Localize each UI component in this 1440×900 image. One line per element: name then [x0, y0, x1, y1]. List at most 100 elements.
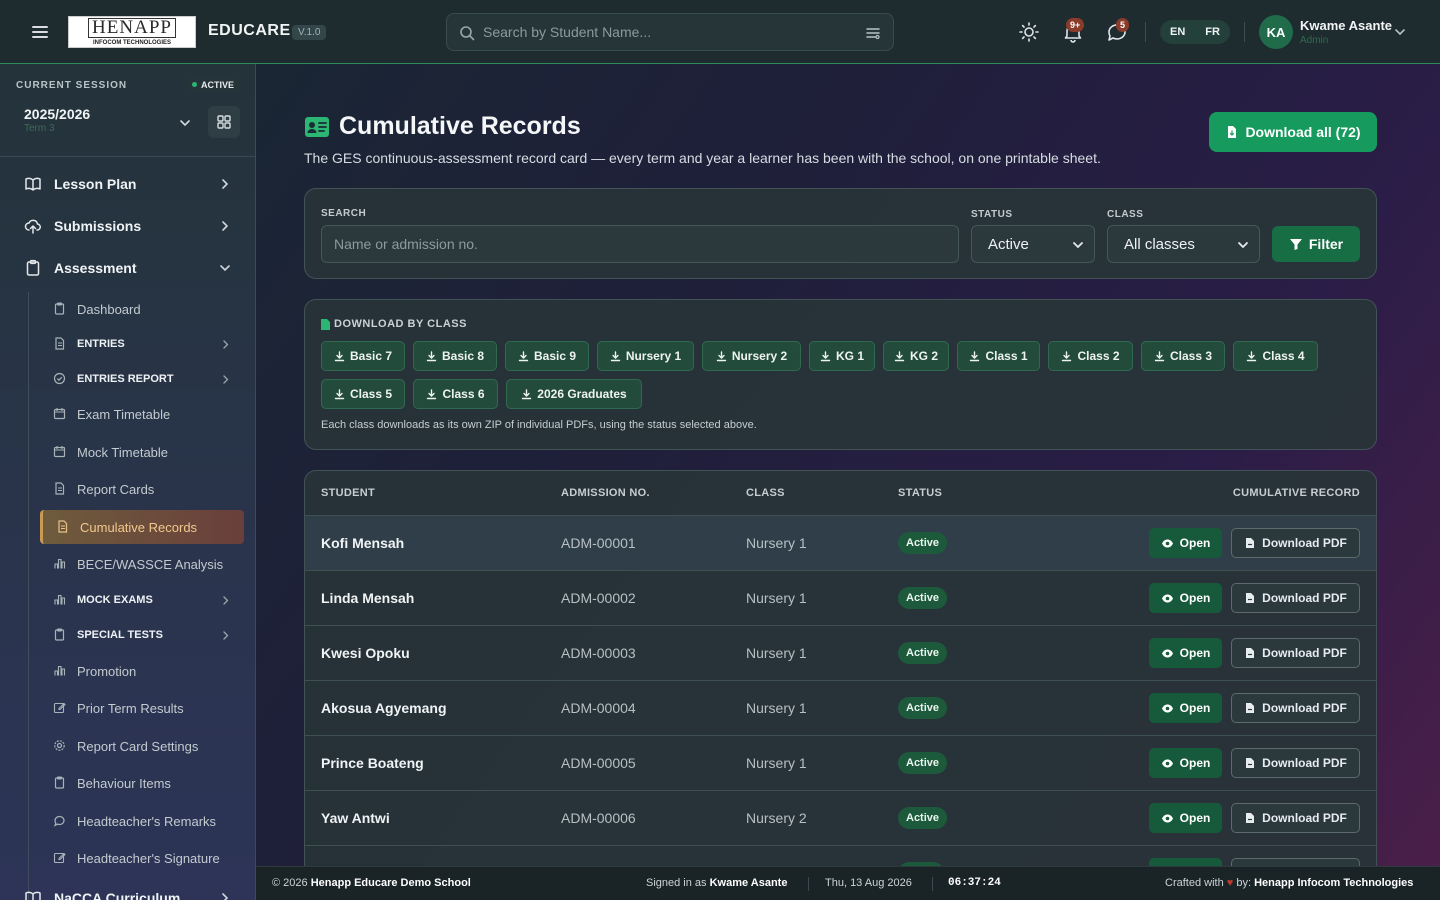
filter-button-label: Filter	[1308, 236, 1344, 252]
sidebar-subitem-prior-term-results[interactable]: Prior Term Results	[40, 691, 244, 725]
download-pdf-button[interactable]	[1231, 858, 1360, 866]
submenu-rail	[28, 292, 29, 900]
lang-en[interactable]: EN	[1166, 26, 1189, 38]
sidebar-item-nacca[interactable]: NaCCA Curriculum	[0, 886, 255, 900]
session-year[interactable]: 2025/2026	[24, 106, 90, 122]
download-class-button[interactable]: Basic 7	[321, 341, 405, 371]
footer-divider	[808, 877, 809, 891]
heart-icon: ♥	[1226, 877, 1234, 889]
sidebar-subitem-entries[interactable]: ENTRIES	[40, 327, 244, 361]
sidebar-subitem-promotion[interactable]: Promotion	[40, 654, 244, 688]
notifications-badge: 9+	[1066, 18, 1085, 32]
user-avatar[interactable]: KA	[1259, 15, 1293, 49]
search-label: SEARCH	[321, 208, 367, 219]
download-pdf-button[interactable]: Download PDF	[1231, 583, 1360, 613]
open-record-button[interactable]	[1149, 858, 1222, 866]
id-card-icon	[304, 116, 330, 138]
download-class-button[interactable]: 2026 Graduates	[506, 379, 642, 409]
user-role: Admin	[1300, 35, 1329, 46]
open-record-button[interactable]: Open	[1149, 528, 1222, 558]
download-class-button[interactable]: Nursery 2	[702, 341, 801, 371]
class-select[interactable]: All classes	[1107, 225, 1260, 263]
sidebar-subitem-headteacher-s-remarks[interactable]: Headteacher's Remarks	[40, 804, 244, 838]
open-label: Open	[1179, 811, 1211, 825]
download-pdf-button[interactable]: Download PDF	[1231, 693, 1360, 723]
sidebar-item-lesson-plan[interactable]: Lesson Plan	[0, 172, 255, 196]
column-header: STUDENT	[321, 487, 376, 499]
theme-toggle-sun-icon[interactable]	[1017, 20, 1041, 44]
menu-icon[interactable]	[30, 22, 50, 42]
sidebar-subitem-headteacher-s-signature[interactable]: Headteacher's Signature	[40, 841, 244, 875]
sidebar-item-label: Submissions	[54, 218, 142, 234]
sidebar-subitem-special-tests[interactable]: SPECIAL TESTS	[40, 618, 244, 652]
download-class-button[interactable]: Class 4	[1233, 341, 1318, 371]
download-pdf-button[interactable]: Download PDF	[1231, 803, 1360, 833]
download-class-label: Class 5	[349, 387, 393, 401]
chevron-down-icon	[1072, 239, 1084, 251]
main-content: Cumulative Records The GES continuous-as…	[256, 64, 1440, 866]
download-class-label: Basic 9	[533, 349, 577, 363]
download-class-label: Class 2	[1077, 349, 1120, 363]
filter-lines-icon[interactable]	[865, 25, 881, 41]
download-class-button[interactable]: KG 1	[809, 341, 875, 371]
check-circle-icon	[53, 372, 66, 385]
open-record-button[interactable]: Open	[1149, 638, 1222, 668]
sidebar-subitem-label: Dashboard	[77, 302, 141, 317]
brand-logo[interactable]: HENAPP INFOCOM TECHNOLOGIES	[68, 16, 196, 48]
clipboard-icon	[53, 628, 66, 641]
chevron-down-icon[interactable]	[1393, 25, 1407, 39]
download-all-button[interactable]: Download all (72)	[1209, 112, 1377, 152]
chevron-right-icon	[218, 219, 232, 233]
download-class-button[interactable]: Class 5	[321, 379, 405, 409]
filter-button[interactable]: Filter	[1272, 226, 1360, 262]
book-open-icon	[24, 889, 42, 900]
download-class-button[interactable]: Class 6	[413, 379, 498, 409]
student-search-input[interactable]	[321, 225, 959, 263]
lang-fr[interactable]: FR	[1201, 26, 1224, 38]
sidebar-subitem-cumulative-records[interactable]: Cumulative Records	[40, 510, 244, 544]
status-select[interactable]: Active	[971, 225, 1095, 263]
download-by-class-title: DOWNLOAD BY CLASS	[321, 318, 467, 330]
sidebar-subitem-bece-wassce-analysis[interactable]: BECE/WASSCE Analysis	[40, 547, 244, 581]
sidebar-subitem-mock-timetable[interactable]: Mock Timetable	[40, 435, 244, 469]
table-row[interactable]: Kofi Mensah ADM-00001 Nursery 1 Active Open D…	[305, 515, 1376, 570]
download-class-button[interactable]: KG 2	[883, 341, 949, 371]
download-pdf-button[interactable]: Download PDF	[1231, 528, 1360, 558]
sidebar-subitem-mock-exams[interactable]: MOCK EXAMS	[40, 583, 244, 617]
open-record-button[interactable]: Open	[1149, 583, 1222, 613]
user-name[interactable]: Kwame Asante	[1300, 18, 1392, 33]
sidebar-subitem-label: ENTRIES	[77, 338, 125, 350]
open-record-button[interactable]: Open	[1149, 748, 1222, 778]
download-pdf-button[interactable]: Download PDF	[1231, 638, 1360, 668]
download-pdf-button[interactable]: Download PDF	[1231, 748, 1360, 778]
sidebar-subitem-exam-timetable[interactable]: Exam Timetable	[40, 397, 244, 431]
sidebar-subitem-entries-report[interactable]: ENTRIES REPORT	[40, 362, 244, 396]
calendar-icon	[53, 445, 66, 458]
sidebar-item-assessment[interactable]: Assessment	[0, 256, 255, 280]
page-subtitle: The GES continuous-assessment record car…	[304, 150, 1101, 166]
apps-grid-button[interactable]	[208, 106, 240, 138]
table-row[interactable]: Yaw Antwi ADM-00006 Nursery 2 Active Open Dow…	[305, 790, 1376, 845]
download-class-button[interactable]: Basic 8	[413, 341, 497, 371]
sidebar-item-submissions[interactable]: Submissions	[0, 214, 255, 238]
open-record-button[interactable]: Open	[1149, 803, 1222, 833]
download-class-button[interactable]: Basic 9	[505, 341, 589, 371]
eye-icon	[1161, 592, 1174, 605]
open-record-button[interactable]: Open	[1149, 693, 1222, 723]
table-row[interactable]: Kwesi Opoku ADM-00003 Nursery 1 Active Open D…	[305, 625, 1376, 680]
table-row[interactable]: Akosua Agyemang ADM-00004 Nursery 1 Active O…	[305, 680, 1376, 735]
table-row[interactable]: Prince Boateng ADM-00005 Nursery 1 Active Op…	[305, 735, 1376, 790]
table-row[interactable]: Linda Mensah ADM-00002 Nursery 1 Active Open…	[305, 570, 1376, 625]
sidebar-subitem-report-cards[interactable]: Report Cards	[40, 472, 244, 506]
download-class-button[interactable]: Class 2	[1048, 341, 1133, 371]
chevron-down-icon[interactable]	[178, 116, 192, 130]
sidebar-subitem-behaviour-items[interactable]: Behaviour Items	[40, 766, 244, 800]
sidebar-subitem-report-card-settings[interactable]: Report Card Settings	[40, 729, 244, 763]
sidebar-subitem-dashboard[interactable]: Dashboard	[40, 292, 244, 326]
search-input[interactable]	[483, 14, 853, 50]
download-icon	[894, 350, 905, 362]
download-class-button[interactable]: Class 3	[1141, 341, 1225, 371]
download-class-button[interactable]: Nursery 1	[597, 341, 694, 371]
table-row[interactable]	[305, 845, 1376, 866]
download-class-button[interactable]: Class 1	[957, 341, 1040, 371]
